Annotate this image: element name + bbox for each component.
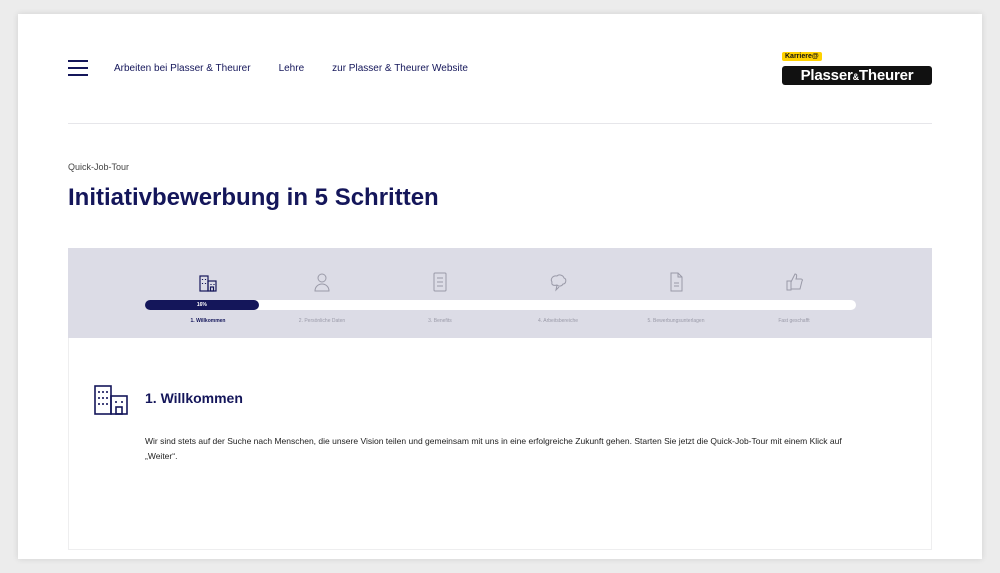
progress-label: 16% [196, 302, 207, 308]
step-label-arbeitsbereiche[interactable]: 4. Arbeitsbereiche [538, 318, 578, 324]
page-title: Initiativbewerbung in 5 Schritten [68, 184, 439, 211]
logo-tag: Karriere@ [782, 52, 822, 61]
brand-logo[interactable]: Karriere@ Plasser&Theurer [782, 52, 932, 88]
content-title: 1. Willkommen [145, 390, 243, 406]
building-icon [93, 380, 129, 416]
page: Arbeiten bei Plasser & Theurer Lehre zur… [18, 14, 982, 559]
step-label-bewerbungsunterlagen[interactable]: 5. Bewerbungsunterlagen [648, 318, 705, 324]
thumbs-up-icon[interactable] [785, 272, 803, 292]
eyebrow: Quick-Job-Tour [68, 162, 130, 172]
building-icon[interactable] [199, 272, 217, 292]
checklist-icon[interactable] [431, 272, 449, 292]
person-icon[interactable] [313, 272, 331, 292]
progress-fill: 16% [145, 300, 259, 310]
menu-icon[interactable] [68, 60, 88, 76]
step-content: 1. Willkommen Wir sind stets auf der Suc… [68, 338, 932, 550]
step-label-fast-geschafft[interactable]: Fast geschafft [778, 318, 809, 324]
nav-link-website[interactable]: zur Plasser & Theurer Website [332, 63, 468, 74]
nav-link-arbeiten[interactable]: Arbeiten bei Plasser & Theurer [114, 63, 251, 74]
step-label-benefits[interactable]: 3. Benefits [428, 318, 452, 324]
step-label-willkommen[interactable]: 1. Willkommen [191, 318, 226, 324]
main-nav: Arbeiten bei Plasser & Theurer Lehre zur… [114, 63, 468, 74]
step-label-persoenliche-daten[interactable]: 2. Persönliche Daten [299, 318, 345, 324]
logo-wordmark: Plasser&Theurer [782, 66, 932, 85]
brain-icon[interactable] [549, 272, 567, 292]
stepper: 16% 1. Willkommen 2. Persönliche Daten 3… [68, 248, 932, 338]
header: Arbeiten bei Plasser & Theurer Lehre zur… [68, 14, 932, 124]
progress-bar: 16% [145, 300, 856, 310]
nav-link-lehre[interactable]: Lehre [279, 63, 305, 74]
content-text: Wir sind stets auf der Suche nach Mensch… [145, 436, 842, 461]
document-icon[interactable] [667, 272, 685, 292]
